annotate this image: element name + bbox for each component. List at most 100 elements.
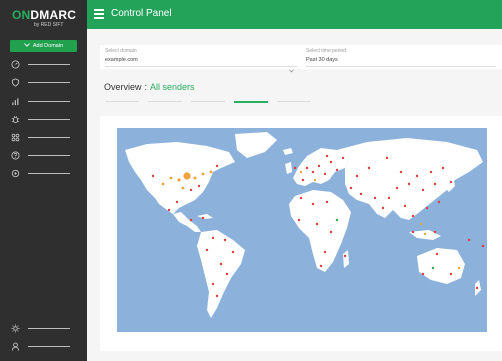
map-marker[interactable] [481, 244, 485, 248]
map-marker[interactable] [305, 166, 309, 170]
map-marker[interactable] [329, 160, 333, 164]
map-marker[interactable] [197, 184, 201, 188]
map-marker[interactable] [231, 250, 235, 254]
sidebar-item-shield[interactable] [10, 76, 78, 88]
map-marker[interactable] [151, 174, 155, 178]
map-marker[interactable] [329, 230, 333, 234]
map-marker[interactable] [441, 166, 445, 170]
map-marker[interactable] [319, 264, 323, 268]
map-marker[interactable] [355, 174, 359, 178]
add-domain-button[interactable]: Add Domain [10, 40, 77, 52]
sidebar-item-target[interactable] [10, 167, 78, 179]
map-marker[interactable] [467, 238, 471, 242]
map-marker[interactable] [299, 196, 303, 200]
map-marker[interactable] [367, 166, 371, 170]
world-map[interactable] [117, 128, 487, 338]
map-marker[interactable] [335, 218, 339, 222]
map-marker[interactable] [225, 272, 229, 276]
map-marker[interactable] [323, 250, 327, 254]
map-marker[interactable] [449, 180, 453, 184]
map-marker[interactable] [411, 214, 415, 218]
map-marker[interactable] [189, 188, 193, 192]
tab-2[interactable] [148, 101, 182, 102]
map-marker[interactable] [325, 200, 329, 204]
map-marker[interactable] [183, 172, 191, 180]
sidebar-item-account[interactable] [10, 340, 78, 352]
map-marker[interactable] [419, 222, 423, 226]
tab-4[interactable] [234, 101, 268, 103]
map-marker[interactable] [169, 176, 173, 180]
map-marker[interactable] [421, 272, 425, 276]
domain-select[interactable]: example.com [105, 57, 138, 63]
map-marker[interactable] [343, 254, 347, 258]
hamburger-menu-icon[interactable] [94, 9, 104, 19]
map-marker[interactable] [301, 178, 305, 182]
map-marker[interactable] [223, 238, 227, 242]
map-marker[interactable] [425, 206, 429, 210]
chevron-down-icon[interactable] [289, 60, 294, 73]
map-marker[interactable] [211, 282, 215, 286]
map-marker[interactable] [297, 218, 301, 222]
map-marker[interactable] [311, 170, 315, 174]
map-marker[interactable] [407, 182, 411, 186]
map-marker[interactable] [161, 182, 165, 186]
tab-3[interactable] [191, 101, 225, 102]
map-marker[interactable] [415, 174, 419, 178]
map-marker[interactable] [433, 182, 437, 186]
map-marker[interactable] [167, 208, 171, 212]
sidebar-item-apps[interactable] [10, 131, 78, 143]
map-marker[interactable] [395, 186, 399, 190]
map-marker[interactable] [311, 202, 315, 206]
map-marker[interactable] [215, 164, 219, 168]
map-marker[interactable] [399, 170, 403, 174]
map-marker[interactable] [181, 186, 185, 190]
map-marker[interactable] [381, 206, 385, 210]
map-marker[interactable] [205, 248, 209, 252]
map-marker[interactable] [315, 222, 319, 226]
map-marker[interactable] [449, 272, 453, 276]
map-marker[interactable] [435, 252, 439, 256]
map-marker[interactable] [411, 230, 415, 234]
map-marker[interactable] [175, 200, 179, 204]
map-marker[interactable] [373, 196, 377, 200]
map-marker[interactable] [421, 188, 425, 192]
map-marker[interactable] [437, 200, 441, 204]
map-marker[interactable] [431, 266, 435, 270]
map-marker[interactable] [211, 236, 215, 240]
map-marker[interactable] [325, 154, 329, 158]
map-marker[interactable] [299, 170, 303, 174]
period-select[interactable]: Past 30 days [306, 57, 338, 63]
map-marker[interactable] [177, 178, 181, 182]
map-marker[interactable] [423, 232, 427, 236]
map-marker[interactable] [323, 172, 327, 176]
sidebar-item-dashboard[interactable] [10, 58, 78, 70]
map-marker[interactable] [335, 168, 339, 172]
map-marker[interactable] [189, 218, 193, 222]
map-marker[interactable] [349, 186, 353, 190]
tab-1[interactable] [105, 101, 139, 102]
map-marker[interactable] [433, 230, 437, 234]
map-marker[interactable] [403, 204, 407, 208]
map-marker[interactable] [341, 156, 345, 160]
sidebar-item-reports[interactable] [10, 95, 78, 107]
map-marker[interactable] [201, 172, 205, 176]
map-marker[interactable] [209, 170, 213, 174]
map-marker[interactable] [219, 262, 223, 266]
map-marker[interactable] [293, 166, 297, 170]
map-marker[interactable] [201, 216, 205, 220]
map-marker[interactable] [385, 156, 389, 160]
ondmarc-logo[interactable]: ONDMARC by RED SIFT [12, 8, 82, 32]
sidebar-item-help[interactable] [10, 149, 78, 161]
tab-5[interactable] [277, 101, 311, 102]
map-marker[interactable] [193, 176, 197, 180]
map-marker[interactable] [317, 164, 321, 168]
sidebar-item-threats[interactable] [10, 113, 78, 125]
map-marker[interactable] [359, 192, 363, 196]
map-marker[interactable] [429, 170, 433, 174]
map-marker[interactable] [215, 294, 219, 298]
map-marker[interactable] [313, 178, 317, 182]
sidebar-item-settings[interactable] [10, 322, 78, 334]
map-marker[interactable] [475, 286, 479, 290]
map-marker[interactable] [457, 266, 461, 270]
map-marker[interactable] [387, 196, 391, 200]
